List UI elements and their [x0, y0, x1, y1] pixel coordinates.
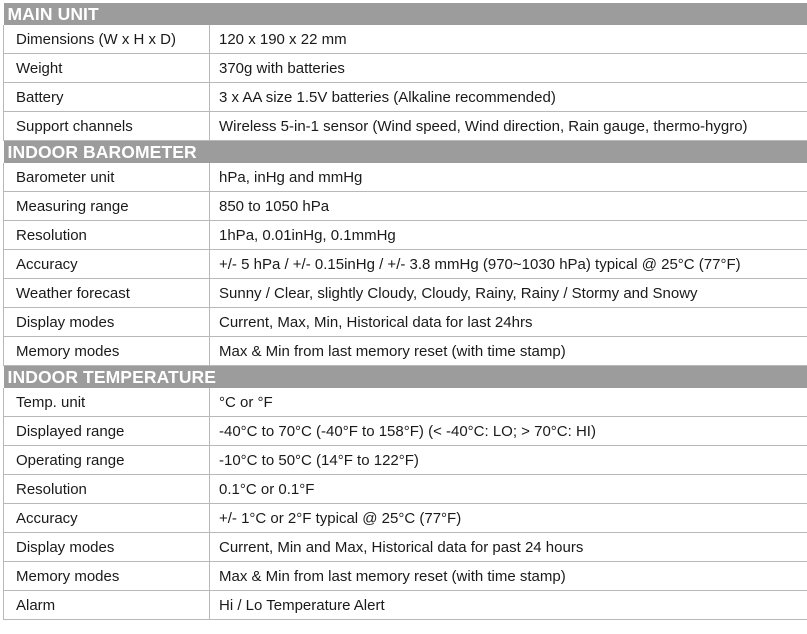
spec-value: °C or °F: [209, 388, 807, 417]
section-header-indoor-temperature: INDOOR TEMPERATURE: [3, 365, 807, 388]
spec-label: Measuring range: [3, 191, 210, 221]
spec-row-operating-range: Operating range -10°C to 50°C (14°F to 1…: [3, 445, 807, 475]
spec-label: Support channels: [3, 111, 210, 141]
spec-row-dimensions: Dimensions (W x H x D) 120 x 190 x 22 mm: [3, 25, 807, 54]
spec-label: Accuracy: [3, 503, 210, 533]
spec-row-weight: Weight 370g with batteries: [3, 53, 807, 83]
spec-row-display-modes: Display modes Current, Min and Max, Hist…: [3, 532, 807, 562]
spec-value: 1hPa, 0.01inHg, 0.1mmHg: [209, 220, 807, 250]
spec-row-support-channels: Support channels Wireless 5-in-1 sensor …: [3, 111, 807, 141]
spec-value: hPa, inHg and mmHg: [209, 163, 807, 192]
spec-label: Operating range: [3, 445, 210, 475]
spec-label: Memory modes: [3, 561, 210, 591]
section-title: INDOOR BAROMETER: [3, 140, 807, 163]
spec-row-accuracy: Accuracy +/- 5 hPa / +/- 0.15inHg / +/- …: [3, 249, 807, 279]
spec-value: Hi / Lo Temperature Alert: [209, 590, 807, 620]
spec-row-temp-unit: Temp. unit °C or °F: [3, 388, 807, 417]
spec-value: +/- 1°C or 2°F typical @ 25°C (77°F): [209, 503, 807, 533]
spec-value: 370g with batteries: [209, 53, 807, 83]
spec-row-battery: Battery 3 x AA size 1.5V batteries (Alka…: [3, 82, 807, 112]
spec-value: Sunny / Clear, slightly Cloudy, Cloudy, …: [209, 278, 807, 308]
spec-label: Displayed range: [3, 416, 210, 446]
spec-row-resolution: Resolution 0.1°C or 0.1°F: [3, 474, 807, 504]
spec-value: 3 x AA size 1.5V batteries (Alkaline rec…: [209, 82, 807, 112]
spec-label: Resolution: [3, 474, 210, 504]
spec-value: Current, Min and Max, Historical data fo…: [209, 532, 807, 562]
spec-label: Weight: [3, 53, 210, 83]
spec-row-memory-modes: Memory modes Max & Min from last memory …: [3, 561, 807, 591]
spec-value: 0.1°C or 0.1°F: [209, 474, 807, 504]
spec-value: Wireless 5-in-1 sensor (Wind speed, Wind…: [209, 111, 807, 141]
spec-value: -40°C to 70°C (-40°F to 158°F) (< -40°C:…: [209, 416, 807, 446]
spec-value: 850 to 1050 hPa: [209, 191, 807, 221]
spec-label: Weather forecast: [3, 278, 210, 308]
spec-row-measuring-range: Measuring range 850 to 1050 hPa: [3, 191, 807, 221]
spec-row-accuracy: Accuracy +/- 1°C or 2°F typical @ 25°C (…: [3, 503, 807, 533]
spec-label: Dimensions (W x H x D): [3, 25, 210, 54]
section-header-main-unit: MAIN UNIT: [3, 3, 807, 25]
spec-value: -10°C to 50°C (14°F to 122°F): [209, 445, 807, 475]
spec-label: Barometer unit: [3, 163, 210, 192]
section-title: INDOOR TEMPERATURE: [3, 365, 807, 388]
spec-row-barometer-unit: Barometer unit hPa, inHg and mmHg: [3, 163, 807, 192]
section-title: MAIN UNIT: [3, 3, 807, 25]
spec-table: MAIN UNIT Dimensions (W x H x D) 120 x 1…: [3, 3, 807, 620]
spec-label: Alarm: [3, 590, 210, 620]
spec-row-resolution: Resolution 1hPa, 0.01inHg, 0.1mmHg: [3, 220, 807, 250]
section-header-indoor-barometer: INDOOR BAROMETER: [3, 140, 807, 163]
spec-label: Memory modes: [3, 336, 210, 366]
spec-value: 120 x 190 x 22 mm: [209, 25, 807, 54]
spec-value: Current, Max, Min, Historical data for l…: [209, 307, 807, 337]
spec-row-displayed-range: Displayed range -40°C to 70°C (-40°F to …: [3, 416, 807, 446]
spec-label: Resolution: [3, 220, 210, 250]
spec-label: Battery: [3, 82, 210, 112]
spec-label: Display modes: [3, 532, 210, 562]
spec-label: Display modes: [3, 307, 210, 337]
spec-value: Max & Min from last memory reset (with t…: [209, 561, 807, 591]
spec-label: Accuracy: [3, 249, 210, 279]
spec-value: +/- 5 hPa / +/- 0.15inHg / +/- 3.8 mmHg …: [209, 249, 807, 279]
spec-row-weather-forecast: Weather forecast Sunny / Clear, slightly…: [3, 278, 807, 308]
spec-row-alarm: Alarm Hi / Lo Temperature Alert: [3, 590, 807, 620]
spec-label: Temp. unit: [3, 388, 210, 417]
spec-row-display-modes: Display modes Current, Max, Min, Histori…: [3, 307, 807, 337]
spec-value: Max & Min from last memory reset (with t…: [209, 336, 807, 366]
spec-row-memory-modes: Memory modes Max & Min from last memory …: [3, 336, 807, 366]
